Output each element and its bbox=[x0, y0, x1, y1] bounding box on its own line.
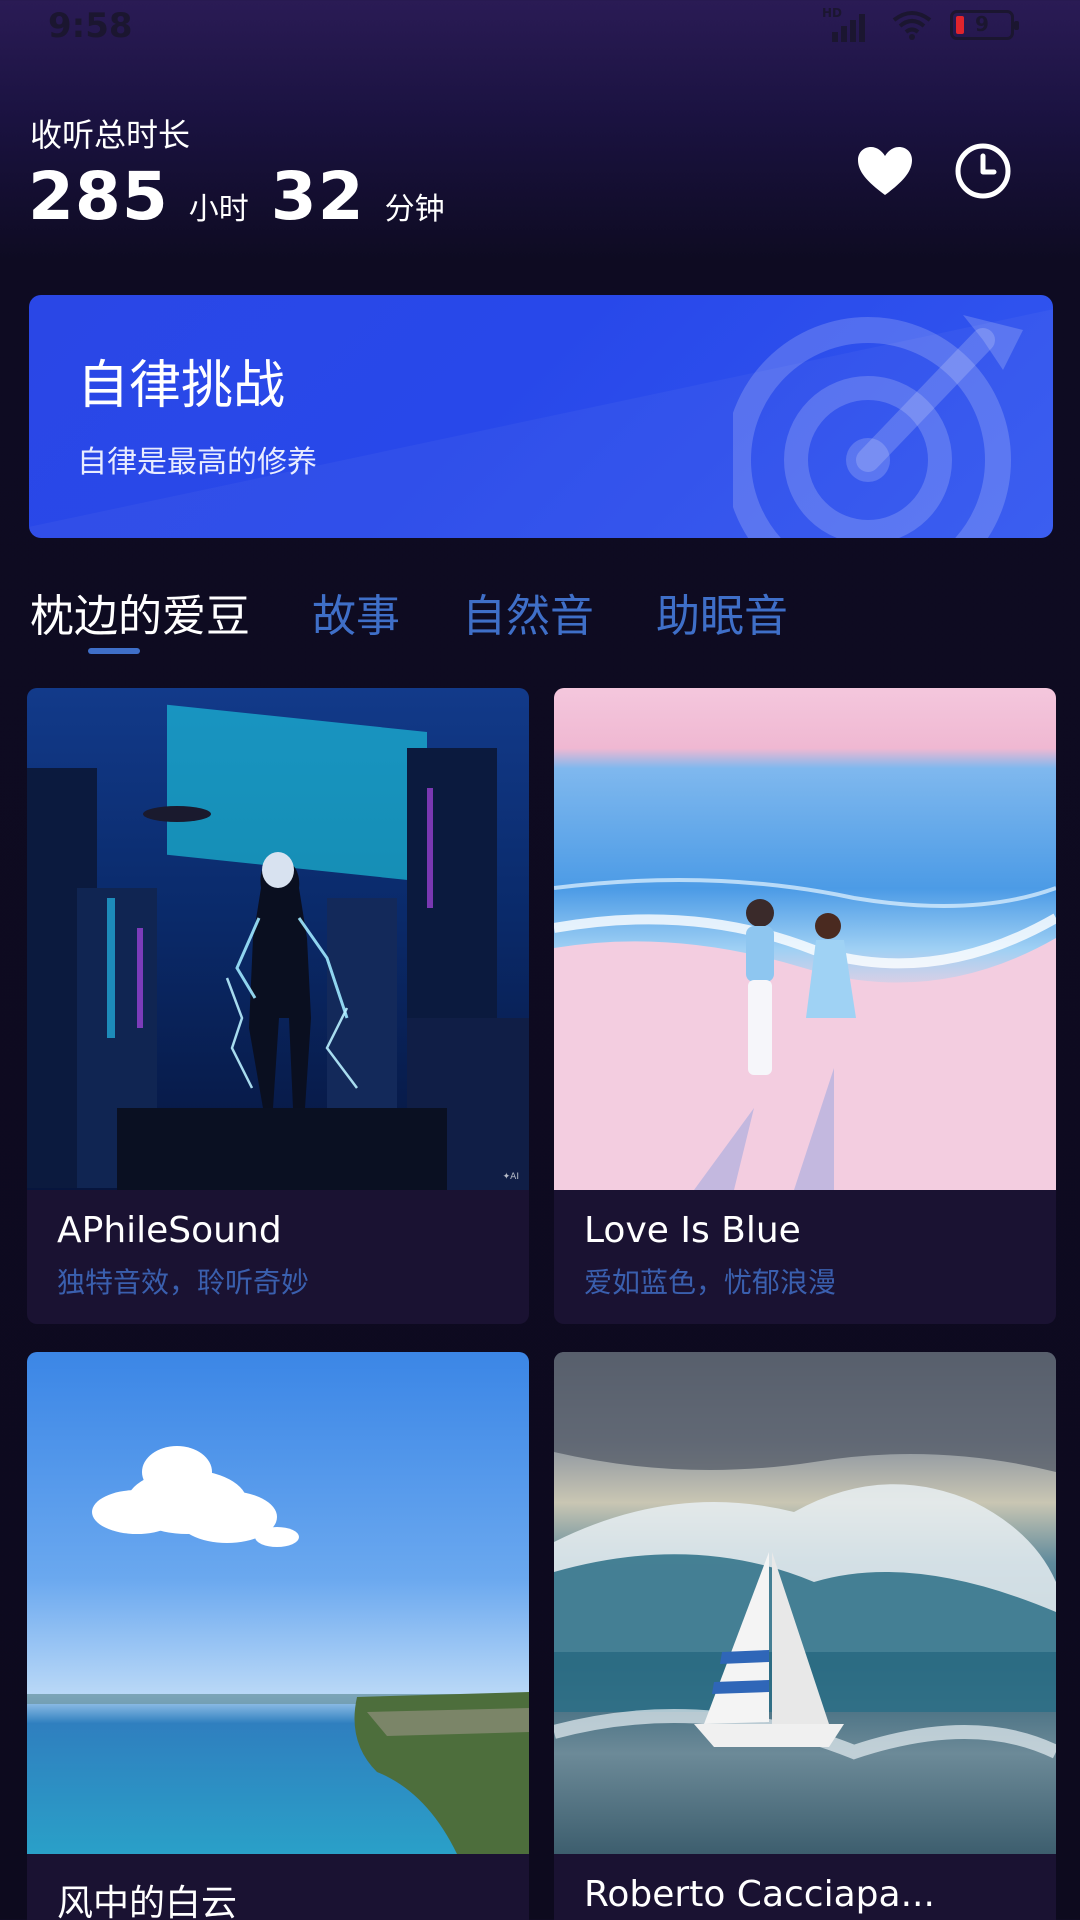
sound-card[interactable]: 风中的白云 bbox=[27, 1352, 529, 1920]
wifi-icon bbox=[892, 11, 932, 40]
cover-image bbox=[554, 1352, 1056, 1854]
battery-level: 9 bbox=[975, 12, 989, 36]
card-subtitle: 独特音效，聆听奇妙 bbox=[57, 1266, 310, 1299]
card-title: 风中的白云 bbox=[57, 1883, 238, 1920]
tab-nature-sounds[interactable]: 自然音 bbox=[462, 580, 594, 644]
status-time: 9:58 bbox=[48, 6, 133, 46]
minutes-value: 32 bbox=[270, 158, 365, 235]
clock-icon[interactable] bbox=[954, 142, 1012, 200]
cover-image: ✦AI bbox=[27, 688, 529, 1190]
tab-sleep-sounds[interactable]: 助眠音 bbox=[656, 580, 788, 644]
cover-image bbox=[27, 1352, 529, 1854]
hours-unit: 小时 bbox=[188, 192, 249, 227]
hours-value: 285 bbox=[28, 158, 169, 235]
listen-time-stats: 285 小时 32 分钟 bbox=[28, 158, 467, 235]
sound-card[interactable]: ✦AI APhileSound 独特音效，聆听奇妙 bbox=[27, 688, 529, 1324]
watermark: ✦AI bbox=[502, 1172, 519, 1182]
card-title: Love Is Blue bbox=[584, 1210, 801, 1251]
tab-story[interactable]: 故事 bbox=[312, 580, 400, 644]
card-title: Roberto Cacciapa... bbox=[584, 1874, 935, 1915]
heart-icon[interactable] bbox=[856, 142, 914, 200]
listen-time-label: 收听总时长 bbox=[30, 116, 191, 154]
banner-title: 自律挑战 bbox=[77, 356, 286, 416]
signal-icon: HD bbox=[822, 6, 874, 42]
tab-pillow-idol[interactable]: 枕边的爱豆 bbox=[30, 580, 250, 644]
battery-icon: 9 bbox=[950, 10, 1019, 40]
card-title: APhileSound bbox=[57, 1210, 282, 1251]
self-discipline-challenge-banner[interactable]: 自律挑战 自律是最高的修养 bbox=[29, 295, 1053, 538]
target-icon bbox=[733, 315, 1023, 538]
minutes-unit: 分钟 bbox=[384, 192, 445, 227]
sound-card[interactable]: Roberto Cacciapa... bbox=[554, 1352, 1056, 1920]
card-subtitle: 爱如蓝色，忧郁浪漫 bbox=[584, 1266, 837, 1299]
status-icons: HD 9 bbox=[822, 6, 1019, 42]
active-tab-indicator bbox=[88, 648, 140, 654]
status-bar: 9:58 HD 9 bbox=[0, 0, 1080, 54]
cover-image bbox=[554, 688, 1056, 1190]
banner-subtitle: 自律是最高的修养 bbox=[77, 445, 317, 480]
category-tabs: 枕边的爱豆 故事 自然音 助眠音 bbox=[30, 580, 788, 644]
header-actions bbox=[856, 142, 1012, 200]
sound-card[interactable]: Love Is Blue 爱如蓝色，忧郁浪漫 bbox=[554, 688, 1056, 1324]
